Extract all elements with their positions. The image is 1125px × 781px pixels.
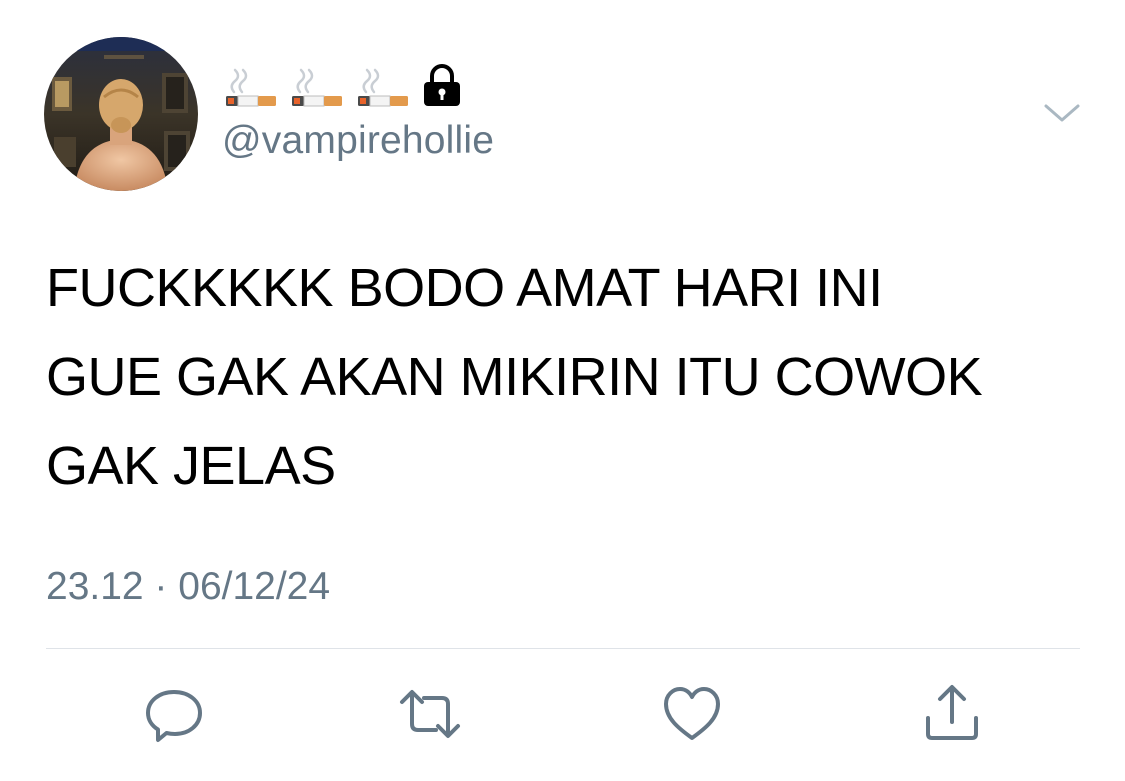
username-handle[interactable]: @vampirehollie — [222, 118, 494, 164]
chevron-down-icon[interactable] — [1040, 96, 1084, 130]
like-button[interactable] — [660, 682, 724, 746]
cigarette-icon — [354, 62, 412, 108]
cigarette-icon — [288, 62, 346, 108]
display-name[interactable] — [222, 62, 464, 108]
reply-icon — [146, 690, 202, 742]
reply-button[interactable] — [142, 682, 206, 746]
avatar[interactable] — [44, 37, 198, 191]
cigarette-icon — [222, 62, 280, 108]
tweet-text-line: GUE GAK AKAN MIKIRIN ITU COWOK — [46, 347, 983, 407]
tweet-text: FUCKKKKK BODO AMAT HARI INI GUE GAK AKAN… — [46, 244, 1086, 511]
divider — [46, 648, 1080, 649]
heart-icon — [664, 687, 720, 740]
retweet-icon — [400, 690, 460, 738]
tweet-text-line: FUCKKKKK BODO AMAT HARI INI — [46, 258, 883, 318]
tweet-timestamp[interactable]: 23.12 · 06/12/24 — [46, 562, 330, 612]
share-icon — [926, 685, 978, 740]
tweet-text-line: GAK JELAS — [46, 436, 336, 496]
retweet-button[interactable] — [398, 682, 462, 746]
lock-icon — [420, 62, 464, 108]
share-button[interactable] — [920, 682, 984, 746]
